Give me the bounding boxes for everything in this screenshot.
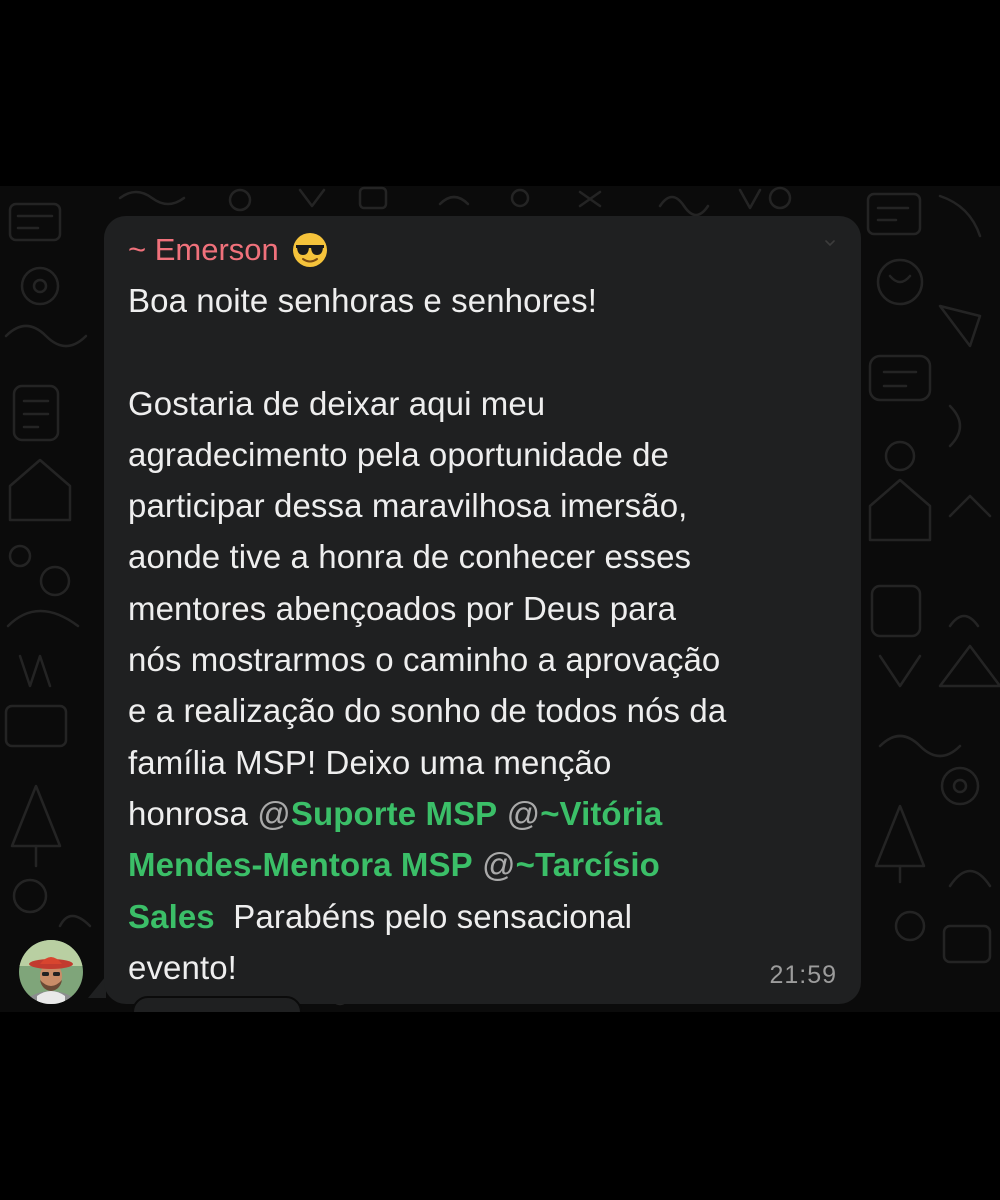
sunglasses-emoji-icon [291, 231, 329, 269]
sender-name-row[interactable]: ~ Emerson [128, 230, 837, 270]
mention-at-symbol: @ [257, 794, 291, 832]
message-text: Boa noite senhoras e senhores! Gostaria … [128, 275, 837, 993]
sender-name[interactable]: ~ Emerson [128, 230, 279, 270]
mention-suporte-msp[interactable]: Suporte MSP [291, 795, 497, 832]
message-bubble[interactable]: ~ Emerson Boa noite senhoras e senhores!… [104, 216, 861, 1004]
message-greeting: Boa noite senhoras e senhores! [128, 282, 597, 319]
mention-at-symbol: @ [506, 794, 541, 832]
chevron-down-icon[interactable] [825, 238, 835, 248]
reaction-emoji-icon [134, 998, 300, 1012]
user-avatar-icon[interactable] [19, 940, 83, 1004]
message-timestamp: 21:59 [769, 961, 837, 989]
chat-area[interactable]: ~ Emerson Boa noite senhoras e senhores!… [0, 186, 1000, 1012]
reaction-pill[interactable] [132, 996, 302, 1012]
message-body: Gostaria de deixar aqui meu agradeciment… [128, 384, 727, 832]
mention-at-symbol: @ [481, 846, 516, 884]
screen: ~ Emerson Boa noite senhoras e senhores!… [0, 0, 1000, 1200]
